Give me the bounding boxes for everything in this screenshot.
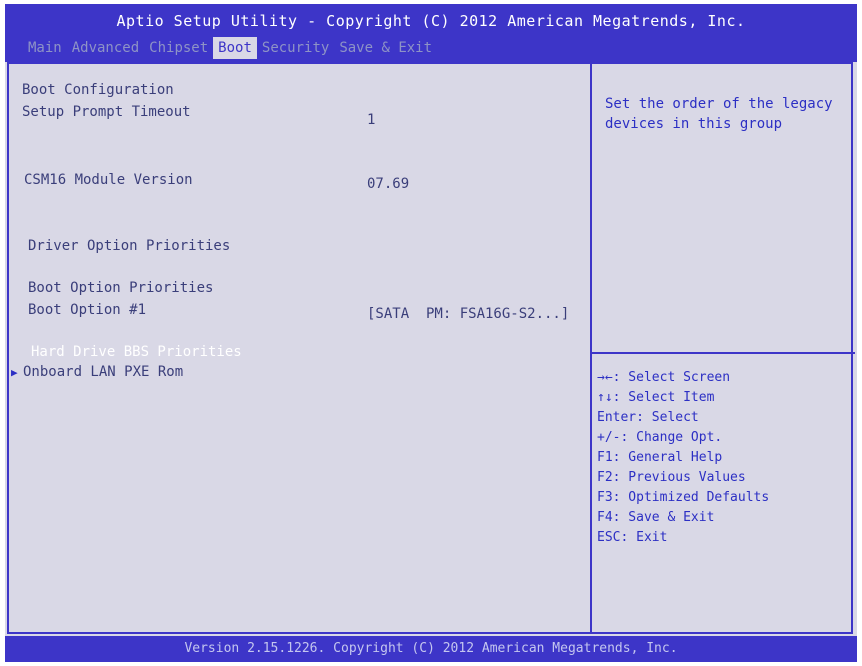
tab-boot[interactable]: Boot — [213, 37, 257, 59]
driver-option-priorities[interactable]: Driver Option Priorities — [28, 238, 230, 254]
version-text: Version 2.15.1226. Copyright (C) 2012 Am… — [184, 641, 678, 656]
onboard-lan-label: Onboard LAN PXE Rom — [23, 364, 184, 380]
onboard-lan-pxe-rom[interactable]: ▶ Onboard LAN PXE Rom — [11, 364, 183, 380]
key-esc-exit: ESC: Exit — [597, 530, 668, 545]
boot-option-1-value[interactable]: [SATA PM: FSA16G-S2...] — [367, 306, 569, 322]
horizontal-divider — [592, 352, 855, 354]
tab-save-exit[interactable]: Save & Exit — [334, 37, 437, 59]
vertical-divider — [590, 64, 592, 632]
key-legend: →←: Select Screen ↑↓: Select Item Enter:… — [597, 368, 769, 548]
key-select-item: ↑↓: Select Item — [597, 390, 715, 405]
tab-advanced[interactable]: Advanced — [67, 37, 144, 59]
title-bar: Aptio Setup Utility - Copyright (C) 2012… — [5, 4, 857, 62]
tab-bar: Main Advanced Chipset Boot Security Save… — [23, 37, 437, 59]
help-text: Set the order of the legacy devices in t… — [605, 96, 833, 132]
key-select-screen: →←: Select Screen — [597, 370, 731, 385]
tab-security[interactable]: Security — [257, 37, 334, 59]
boot-option-priorities-heading: Boot Option Priorities — [28, 280, 214, 296]
csm16-version-label: CSM16 Module Version — [24, 172, 193, 188]
setup-prompt-timeout-label[interactable]: Setup Prompt Timeout — [22, 104, 191, 120]
key-save-exit: F4: Save & Exit — [597, 510, 715, 525]
key-previous-values: F2: Previous Values — [597, 470, 746, 485]
csm16-version-value: 07.69 — [367, 176, 410, 192]
tab-chipset[interactable]: Chipset — [144, 37, 213, 59]
main-panel: Boot Configuration Setup Prompt Timeout … — [7, 62, 855, 634]
boot-option-1-label[interactable]: Boot Option #1 — [28, 302, 146, 318]
tab-main[interactable]: Main — [23, 37, 67, 59]
key-general-help: F1: General Help — [597, 450, 723, 465]
setup-prompt-timeout-value[interactable]: 1 — [367, 112, 375, 128]
bios-screen: Aptio Setup Utility - Copyright (C) 2012… — [5, 4, 857, 662]
key-change-opt: +/-: Change Opt. — [597, 430, 723, 445]
footer-bar: Version 2.15.1226. Copyright (C) 2012 Am… — [5, 636, 857, 662]
bios-title: Aptio Setup Utility - Copyright (C) 2012… — [116, 12, 746, 30]
boot-configuration-heading: Boot Configuration — [22, 82, 174, 98]
key-optimized-defaults: F3: Optimized Defaults — [597, 490, 770, 505]
key-enter: Enter: Select — [597, 410, 699, 425]
submenu-arrow-icon: ▶ — [11, 366, 18, 379]
hard-drive-bbs-priorities[interactable]: Hard Drive BBS Priorities — [31, 344, 242, 360]
